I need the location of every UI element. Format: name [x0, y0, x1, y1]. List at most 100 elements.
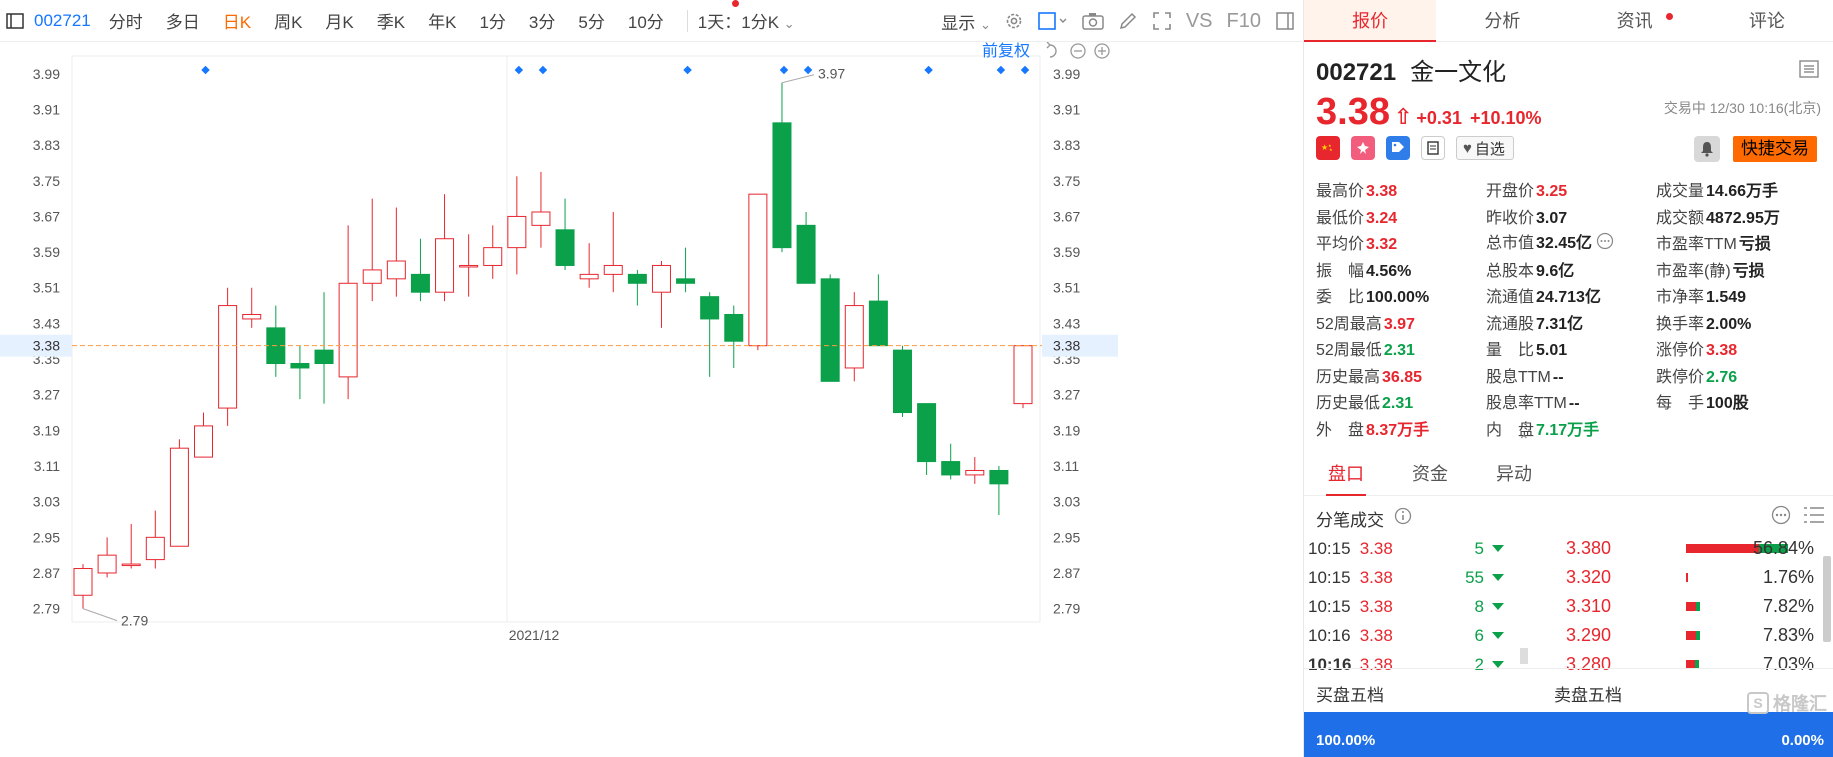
period-tab[interactable]: 3分	[529, 8, 555, 33]
period-tab[interactable]: 周K	[274, 8, 302, 33]
event-marker[interactable]	[1020, 65, 1030, 75]
candle[interactable]	[772, 82, 792, 253]
candle[interactable]	[459, 234, 479, 297]
event-marker[interactable]	[803, 65, 813, 75]
candle[interactable]	[483, 225, 503, 279]
candle[interactable]	[579, 243, 599, 288]
candle[interactable]	[169, 439, 189, 547]
period-tab[interactable]: 月K	[325, 8, 353, 33]
candle[interactable]	[386, 207, 406, 297]
adjust-mode-button[interactable]: 前复权	[982, 42, 1030, 60]
candle[interactable]	[218, 287, 238, 426]
candle[interactable]	[748, 193, 768, 351]
candle[interactable]	[531, 171, 551, 248]
settings-gear-icon[interactable]	[1004, 11, 1024, 31]
pencil-icon[interactable]	[1118, 11, 1138, 31]
panel-toggle-icon[interactable]	[1275, 11, 1295, 31]
sub-tab[interactable]: 资金	[1388, 452, 1472, 495]
candle[interactable]	[796, 211, 816, 284]
stock-code-label[interactable]: 002721	[34, 11, 91, 31]
sub-tab[interactable]: 盘口	[1304, 452, 1388, 496]
quote-value: 4872.95万	[1706, 209, 1780, 227]
event-marker[interactable]	[996, 65, 1006, 75]
candle[interactable]	[651, 261, 671, 328]
list-menu-icon[interactable]	[1799, 60, 1819, 83]
fullscreen-icon[interactable]	[1152, 11, 1172, 31]
candle[interactable]	[194, 412, 214, 458]
candle[interactable]	[844, 292, 864, 382]
more-info-icon[interactable]	[1596, 232, 1614, 255]
add-watchlist-button[interactable]: ♥ 自选	[1456, 136, 1514, 160]
candle[interactable]	[410, 238, 430, 302]
period-tab[interactable]: 10分	[628, 8, 664, 33]
candle[interactable]	[314, 292, 334, 404]
candle[interactable]	[338, 225, 358, 400]
sidebar-toggle-icon[interactable]	[4, 11, 26, 31]
sell-five-label: 卖盘五档	[1554, 686, 1622, 705]
candle[interactable]	[435, 194, 455, 302]
period-tab[interactable]: 多日	[166, 8, 200, 33]
reset-icon[interactable]	[1046, 42, 1057, 58]
candle[interactable]	[627, 269, 647, 306]
candle[interactable]	[290, 345, 310, 400]
candle[interactable]	[700, 292, 720, 377]
camera-icon[interactable]	[1082, 12, 1104, 30]
event-marker[interactable]	[924, 65, 933, 75]
f10-button[interactable]: F10	[1227, 10, 1261, 33]
period-tab[interactable]: 分时	[109, 8, 143, 33]
candle[interactable]	[73, 564, 93, 609]
y-tick-label-left: 3.59	[33, 244, 60, 260]
display-select[interactable]: 显示 ⌄	[941, 9, 991, 34]
period-tab[interactable]: 季K	[377, 8, 405, 33]
candle[interactable]	[868, 274, 888, 347]
period-tab[interactable]: 日K	[223, 8, 251, 33]
quick-trade-button[interactable]: 快捷交易	[1733, 136, 1817, 162]
candle[interactable]	[242, 287, 262, 328]
event-marker[interactable]	[201, 65, 210, 75]
candlestick-chart[interactable]: 3.99 3.99 3.91 3.91 3.83 3.83 3.75 3.75 3.67 3.67…	[0, 42, 1302, 757]
interval-select[interactable]: 1天：1分K ⌄	[698, 8, 795, 33]
event-marker[interactable]	[779, 65, 789, 75]
info-icon[interactable]	[1394, 507, 1412, 530]
candle[interactable]	[362, 198, 382, 302]
collapse-chevron-icon[interactable]: ⌃	[1518, 432, 1530, 449]
candle[interactable]	[507, 176, 527, 275]
event-marker[interactable]	[683, 65, 692, 75]
sub-tab[interactable]: 异动	[1472, 452, 1556, 495]
candle[interactable]	[97, 537, 117, 578]
list-view-icon[interactable]	[1803, 505, 1825, 530]
distribution-scrollbar[interactable]	[1823, 556, 1831, 642]
panel-tab[interactable]: 评论	[1701, 0, 1833, 41]
candle[interactable]	[555, 198, 575, 270]
hot-stock-icon[interactable]	[1351, 136, 1375, 160]
candle[interactable]	[892, 345, 912, 417]
candle[interactable]	[603, 211, 623, 293]
vs-compare-button[interactable]: VS	[1186, 10, 1213, 33]
candle[interactable]	[121, 523, 141, 569]
candle[interactable]	[965, 457, 985, 484]
candle[interactable]	[989, 466, 1009, 516]
trades-scrollbar[interactable]	[1520, 648, 1528, 664]
candle[interactable]	[145, 510, 165, 569]
candle[interactable]	[941, 443, 961, 480]
event-marker[interactable]	[538, 65, 548, 75]
event-marker[interactable]	[514, 65, 524, 75]
note-icon[interactable]	[1421, 136, 1445, 160]
layout-square-icon[interactable]	[1038, 11, 1068, 31]
period-tab[interactable]: 1分	[479, 8, 505, 33]
bell-icon[interactable]	[1694, 136, 1720, 162]
more-options-icon[interactable]	[1771, 505, 1791, 530]
panel-tab[interactable]: 报价	[1304, 0, 1437, 42]
tag-icon[interactable]	[1386, 136, 1410, 160]
candle[interactable]	[1013, 345, 1033, 409]
panel-tab[interactable]: 资讯	[1569, 0, 1701, 41]
candle[interactable]	[266, 305, 286, 377]
candle-body	[97, 554, 117, 574]
candle[interactable]	[676, 247, 696, 293]
period-tab[interactable]: 年K	[428, 8, 456, 33]
period-tab[interactable]: 5分	[578, 8, 604, 33]
panel-tab[interactable]: 分析	[1436, 0, 1568, 41]
candle[interactable]	[820, 274, 840, 382]
candle[interactable]	[917, 403, 937, 475]
candle[interactable]	[724, 305, 744, 368]
